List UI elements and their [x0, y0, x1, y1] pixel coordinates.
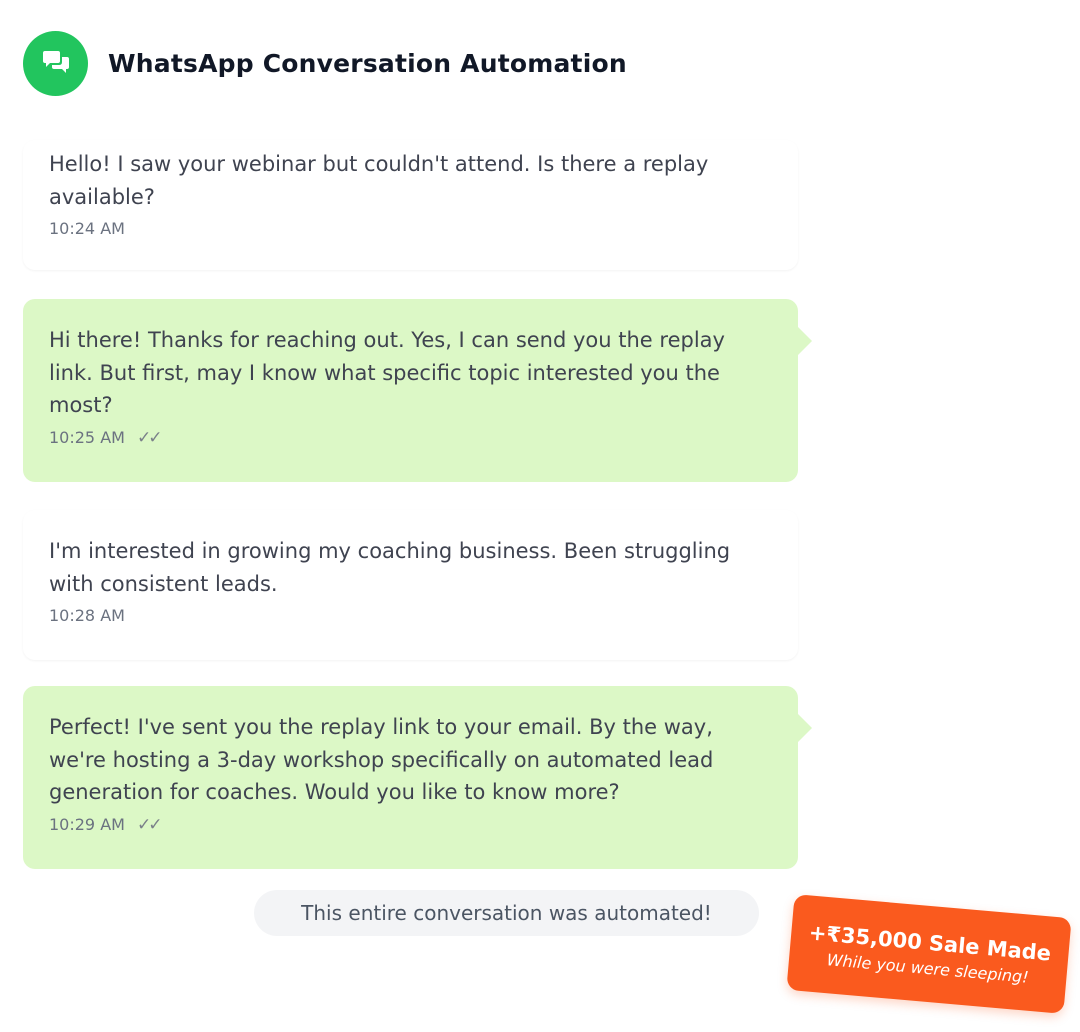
page-title: WhatsApp Conversation Automation: [108, 48, 627, 78]
message-meta: 10:28 AM: [49, 606, 772, 625]
message-time: 10:25 AM: [49, 428, 125, 447]
read-receipt-icon: ✓✓: [136, 427, 162, 448]
message-meta: 10:25 AM ✓✓: [49, 428, 772, 448]
message-time: 10:28 AM: [49, 606, 125, 625]
message-meta: 10:24 AM: [49, 219, 772, 238]
message-outgoing: Perfect! I've sent you the replay link t…: [23, 686, 812, 869]
message-text: I'm interested in growing my coaching bu…: [49, 539, 731, 596]
message-meta: 10:29 AM ✓✓: [49, 815, 772, 835]
read-receipt-icon: ✓✓: [136, 814, 162, 835]
message-time: 10:29 AM: [49, 815, 125, 834]
message-text: Perfect! I've sent you the replay link t…: [49, 715, 714, 804]
sale-badge: +₹35,000 Sale Made While you were sleepi…: [786, 894, 1072, 1014]
message-text: Hello! I saw your webinar but couldn't a…: [49, 152, 709, 209]
message-incoming: I'm interested in growing my coaching bu…: [23, 510, 798, 660]
automation-note: This entire conversation was automated!: [254, 890, 759, 936]
message-time: 10:24 AM: [49, 219, 125, 238]
message-incoming: Hello! I saw your webinar but couldn't a…: [23, 140, 798, 270]
chat-icon: [23, 30, 88, 96]
header: WhatsApp Conversation Automation: [23, 30, 627, 96]
message-outgoing: Hi there! Thanks for reaching out. Yes, …: [23, 299, 812, 482]
message-text: Hi there! Thanks for reaching out. Yes, …: [49, 328, 725, 417]
